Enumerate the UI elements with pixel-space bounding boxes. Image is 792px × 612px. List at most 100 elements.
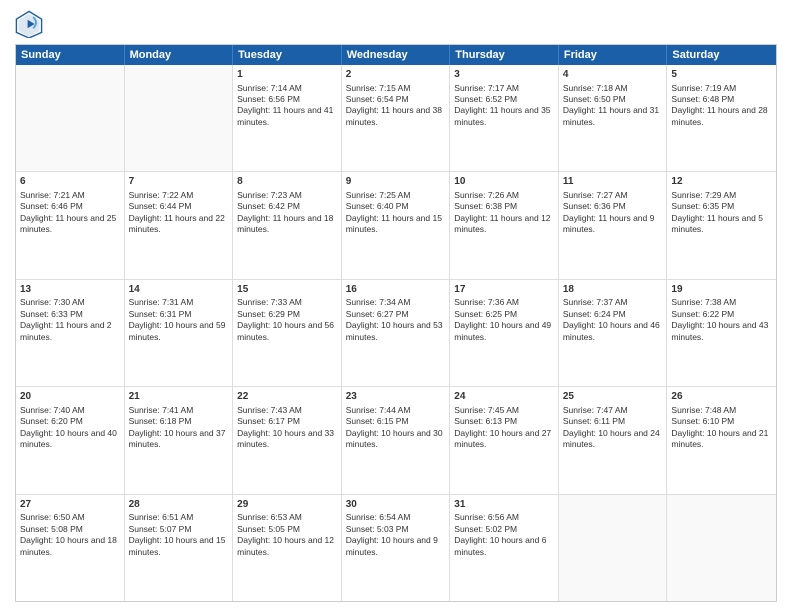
day-info: Sunset: 5:07 PM xyxy=(129,524,229,535)
day-cell-19: 19Sunrise: 7:38 AMSunset: 6:22 PMDayligh… xyxy=(667,280,776,386)
day-number: 27 xyxy=(20,498,120,512)
day-info: Sunset: 6:25 PM xyxy=(454,309,554,320)
day-info: Sunrise: 7:17 AM xyxy=(454,83,554,94)
day-number: 13 xyxy=(20,283,120,297)
day-info: Daylight: 10 hours and 6 minutes. xyxy=(454,535,554,558)
day-cell-14: 14Sunrise: 7:31 AMSunset: 6:31 PMDayligh… xyxy=(125,280,234,386)
day-info: Sunset: 5:05 PM xyxy=(237,524,337,535)
day-info: Sunrise: 7:25 AM xyxy=(346,190,446,201)
day-cell-4: 4Sunrise: 7:18 AMSunset: 6:50 PMDaylight… xyxy=(559,65,668,171)
day-cell-24: 24Sunrise: 7:45 AMSunset: 6:13 PMDayligh… xyxy=(450,387,559,493)
day-info: Sunset: 6:36 PM xyxy=(563,201,663,212)
day-cell-31: 31Sunrise: 6:56 AMSunset: 5:02 PMDayligh… xyxy=(450,495,559,601)
day-cell-30: 30Sunrise: 6:54 AMSunset: 5:03 PMDayligh… xyxy=(342,495,451,601)
day-cell-17: 17Sunrise: 7:36 AMSunset: 6:25 PMDayligh… xyxy=(450,280,559,386)
calendar-row-2: 6Sunrise: 7:21 AMSunset: 6:46 PMDaylight… xyxy=(16,171,776,278)
empty-cell xyxy=(667,495,776,601)
day-info: Sunrise: 6:53 AM xyxy=(237,512,337,523)
day-number: 22 xyxy=(237,390,337,404)
day-cell-5: 5Sunrise: 7:19 AMSunset: 6:48 PMDaylight… xyxy=(667,65,776,171)
day-info: Sunrise: 7:29 AM xyxy=(671,190,772,201)
day-info: Sunset: 6:11 PM xyxy=(563,416,663,427)
day-info: Daylight: 10 hours and 59 minutes. xyxy=(129,320,229,343)
day-number: 29 xyxy=(237,498,337,512)
calendar-row-1: 1Sunrise: 7:14 AMSunset: 6:56 PMDaylight… xyxy=(16,65,776,171)
day-info: Sunrise: 7:41 AM xyxy=(129,405,229,416)
day-info: Daylight: 11 hours and 5 minutes. xyxy=(671,213,772,236)
day-cell-9: 9Sunrise: 7:25 AMSunset: 6:40 PMDaylight… xyxy=(342,172,451,278)
day-info: Sunrise: 7:44 AM xyxy=(346,405,446,416)
day-info: Sunset: 6:38 PM xyxy=(454,201,554,212)
header-cell-friday: Friday xyxy=(559,45,668,65)
day-info: Sunrise: 6:54 AM xyxy=(346,512,446,523)
day-info: Sunset: 6:35 PM xyxy=(671,201,772,212)
day-number: 20 xyxy=(20,390,120,404)
day-info: Sunrise: 6:51 AM xyxy=(129,512,229,523)
day-info: Daylight: 10 hours and 18 minutes. xyxy=(20,535,120,558)
empty-cell xyxy=(16,65,125,171)
day-info: Sunset: 6:54 PM xyxy=(346,94,446,105)
day-info: Sunrise: 7:30 AM xyxy=(20,297,120,308)
day-cell-28: 28Sunrise: 6:51 AMSunset: 5:07 PMDayligh… xyxy=(125,495,234,601)
day-number: 4 xyxy=(563,68,663,82)
day-number: 11 xyxy=(563,175,663,189)
calendar: SundayMondayTuesdayWednesdayThursdayFrid… xyxy=(15,44,777,602)
day-info: Sunset: 6:33 PM xyxy=(20,309,120,320)
logo-icon xyxy=(15,10,43,38)
day-info: Daylight: 10 hours and 21 minutes. xyxy=(671,428,772,451)
day-info: Sunset: 6:46 PM xyxy=(20,201,120,212)
day-info: Sunset: 6:42 PM xyxy=(237,201,337,212)
day-info: Sunrise: 6:56 AM xyxy=(454,512,554,523)
day-info: Sunset: 6:20 PM xyxy=(20,416,120,427)
day-cell-25: 25Sunrise: 7:47 AMSunset: 6:11 PMDayligh… xyxy=(559,387,668,493)
day-info: Sunrise: 7:40 AM xyxy=(20,405,120,416)
calendar-row-4: 20Sunrise: 7:40 AMSunset: 6:20 PM Dayligh… xyxy=(16,386,776,493)
day-info: Sunrise: 7:43 AM xyxy=(237,405,337,416)
day-cell-2: 2Sunrise: 7:15 AMSunset: 6:54 PMDaylight… xyxy=(342,65,451,171)
day-number: 9 xyxy=(346,175,446,189)
page: SundayMondayTuesdayWednesdayThursdayFrid… xyxy=(0,0,792,612)
day-cell-29: 29Sunrise: 6:53 AMSunset: 5:05 PMDayligh… xyxy=(233,495,342,601)
day-info: Sunrise: 7:36 AM xyxy=(454,297,554,308)
day-cell-22: 22Sunrise: 7:43 AMSunset: 6:17 PMDayligh… xyxy=(233,387,342,493)
day-cell-23: 23Sunrise: 7:44 AMSunset: 6:15 PMDayligh… xyxy=(342,387,451,493)
day-info: Daylight: 10 hours and 9 minutes. xyxy=(346,535,446,558)
day-number: 23 xyxy=(346,390,446,404)
day-info: Sunset: 6:17 PM xyxy=(237,416,337,427)
day-info: Daylight: 10 hours and 30 minutes. xyxy=(346,428,446,451)
day-info: Daylight: 11 hours and 2 minutes. xyxy=(20,320,120,343)
day-info: Daylight: 11 hours and 35 minutes. xyxy=(454,105,554,128)
day-info: Sunset: 6:22 PM xyxy=(671,309,772,320)
day-number: 15 xyxy=(237,283,337,297)
day-number: 25 xyxy=(563,390,663,404)
day-info: Sunrise: 7:14 AM xyxy=(237,83,337,94)
day-cell-27: 27Sunrise: 6:50 AMSunset: 5:08 PMDayligh… xyxy=(16,495,125,601)
day-number: 14 xyxy=(129,283,229,297)
day-info: Sunset: 5:02 PM xyxy=(454,524,554,535)
day-number: 26 xyxy=(671,390,772,404)
day-cell-6: 6Sunrise: 7:21 AMSunset: 6:46 PMDaylight… xyxy=(16,172,125,278)
day-number: 8 xyxy=(237,175,337,189)
day-info: Sunrise: 7:27 AM xyxy=(563,190,663,201)
header-cell-sunday: Sunday xyxy=(16,45,125,65)
day-cell-18: 18Sunrise: 7:37 AMSunset: 6:24 PMDayligh… xyxy=(559,280,668,386)
day-cell-11: 11Sunrise: 7:27 AMSunset: 6:36 PMDayligh… xyxy=(559,172,668,278)
day-number: 2 xyxy=(346,68,446,82)
day-info: Daylight: 11 hours and 22 minutes. xyxy=(129,213,229,236)
header xyxy=(15,10,777,38)
day-info: Sunset: 6:13 PM xyxy=(454,416,554,427)
day-info: Daylight: 10 hours and 56 minutes. xyxy=(237,320,337,343)
day-info: Daylight: 11 hours and 28 minutes. xyxy=(671,105,772,128)
calendar-body: 1Sunrise: 7:14 AMSunset: 6:56 PMDaylight… xyxy=(16,65,776,601)
day-info: Daylight: 10 hours and 12 minutes. xyxy=(237,535,337,558)
day-info: Sunset: 6:10 PM xyxy=(671,416,772,427)
day-cell-12: 12Sunrise: 7:29 AMSunset: 6:35 PMDayligh… xyxy=(667,172,776,278)
day-number: 16 xyxy=(346,283,446,297)
day-info: Sunrise: 7:31 AM xyxy=(129,297,229,308)
day-info: Daylight: 10 hours and 37 minutes. xyxy=(129,428,229,451)
day-info: Daylight: 10 hours and 15 minutes. xyxy=(129,535,229,558)
day-info: Sunset: 6:31 PM xyxy=(129,309,229,320)
day-info: Sunset: 6:56 PM xyxy=(237,94,337,105)
day-number: 28 xyxy=(129,498,229,512)
day-number: 30 xyxy=(346,498,446,512)
